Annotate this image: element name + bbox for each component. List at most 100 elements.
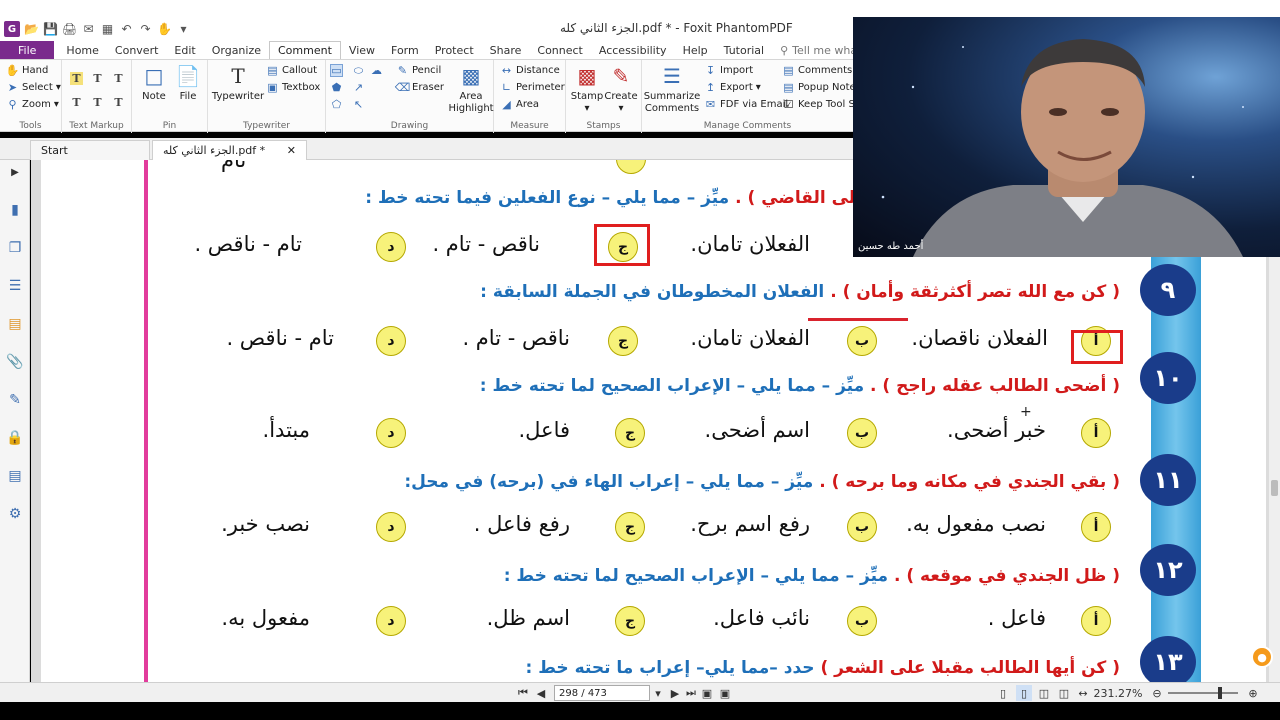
arrow-tool[interactable]: ↗ <box>352 81 365 94</box>
open-folder-icon[interactable]: 📂 <box>24 22 39 37</box>
oval-tool[interactable]: ⬭ <box>352 64 365 77</box>
pentagon-tool[interactable]: ⬠ <box>330 98 343 111</box>
print-icon[interactable]: 🖨 <box>62 22 77 37</box>
previous-view-icon[interactable]: ▣ <box>700 685 714 701</box>
eraser-button[interactable]: ⌫ Eraser <box>395 81 444 94</box>
summarize-comments-button[interactable]: ☰ Summarize Comments <box>644 63 701 115</box>
note-button[interactable]: □ Note <box>140 63 168 103</box>
continuous-facing-view-icon[interactable]: ◫ <box>1056 685 1072 701</box>
perimeter-button[interactable]: ∟ Perimeter <box>500 81 565 94</box>
tab-comment[interactable]: Comment <box>269 41 341 59</box>
snapshot-icon[interactable]: ▦ <box>100 22 115 37</box>
doc-tab-start[interactable]: Start <box>30 140 150 160</box>
pencil-button[interactable]: ✎ Pencil <box>396 64 441 77</box>
area-highlight-button[interactable]: ▩ Area Highlight <box>448 63 493 115</box>
page-margin-rule <box>144 160 148 682</box>
insert-text-button[interactable]: T <box>112 96 125 109</box>
fdf-email-button[interactable]: ✉ FDF via Email <box>704 98 788 111</box>
import-button[interactable]: ↧ Import <box>704 64 753 77</box>
cloud-tool[interactable]: ☁ <box>370 64 383 77</box>
keep-tool-selected-checkbox[interactable]: ☑ Keep Tool Se <box>782 98 861 111</box>
note-icon: □ <box>144 64 164 88</box>
zoom-tool-button[interactable]: ⚲ Zoom ▾ <box>6 98 58 111</box>
security-lock-icon[interactable]: 🔒 <box>5 428 25 448</box>
zoom-level[interactable]: 231.27% <box>1090 685 1146 701</box>
typewriter-button[interactable]: T Typewriter <box>212 63 264 103</box>
assistant-badge-icon[interactable]: ● <box>1251 646 1273 668</box>
fit-page-icon[interactable]: ↔ <box>1076 685 1090 701</box>
continuous-view-icon[interactable]: ▯ <box>1016 685 1032 701</box>
polygon-tool[interactable]: ⬟ <box>330 81 343 94</box>
select-tool-button[interactable]: ➤ Select ▾ <box>6 81 61 94</box>
tab-connect[interactable]: Connect <box>529 41 590 59</box>
tab-home[interactable]: Home <box>58 41 106 59</box>
rectangle-tool[interactable]: ▭ <box>330 64 343 77</box>
email-icon[interactable]: ✉ <box>81 22 96 37</box>
tab-convert[interactable]: Convert <box>107 41 167 59</box>
tools-icon[interactable]: ⚙ <box>5 504 25 524</box>
signature-icon[interactable]: ✎ <box>5 390 25 410</box>
facing-view-icon[interactable]: ◫ <box>1036 685 1052 701</box>
replace-text-button[interactable]: T <box>91 96 104 109</box>
undo-icon[interactable]: ↶ <box>119 22 134 37</box>
option-marker: ج <box>615 512 645 542</box>
close-tab-icon[interactable]: ✕ <box>287 144 296 157</box>
hand-tool-button[interactable]: ✋ Hand <box>6 64 49 77</box>
line-tool[interactable]: ↖ <box>352 98 365 111</box>
squiggly-button[interactable]: T <box>91 72 104 85</box>
textbox-button[interactable]: ▣ Textbox <box>266 81 320 94</box>
first-page-icon[interactable]: ⏮ <box>516 685 530 701</box>
ruler-icon: ↔ <box>501 64 512 77</box>
next-view-icon[interactable]: ▣ <box>718 685 732 701</box>
previous-page-icon[interactable]: ◀ <box>534 685 548 701</box>
save-icon[interactable]: 💾 <box>43 22 58 37</box>
tab-view[interactable]: View <box>341 41 383 59</box>
form-fields-icon[interactable]: ▤ <box>5 466 25 486</box>
page-number-input[interactable]: 298 / 473 <box>554 685 650 701</box>
expand-panel-icon[interactable]: ▶ <box>5 162 25 182</box>
tab-tutorial[interactable]: Tutorial <box>716 41 772 59</box>
pages-icon[interactable]: ❐ <box>5 238 25 258</box>
last-page-icon[interactable]: ⏭ <box>684 685 698 701</box>
file-attach-button[interactable]: 📄 File <box>174 63 202 103</box>
create-stamp-button[interactable]: ✎ Create ▾ <box>604 63 638 115</box>
tab-protect[interactable]: Protect <box>427 41 482 59</box>
popup-notes-button[interactable]: ▤ Popup Notes <box>782 81 861 94</box>
zoom-in-icon[interactable]: ⊕ <box>1246 685 1260 701</box>
attachment-icon[interactable]: 📎 <box>5 352 25 372</box>
zoom-slider[interactable] <box>1168 692 1238 694</box>
single-page-view-icon[interactable]: ▯ <box>996 685 1010 701</box>
bookmark-icon[interactable]: ▮ <box>5 200 25 220</box>
customize-dropdown-icon[interactable]: ▾ <box>176 22 191 37</box>
distance-button[interactable]: ↔ Distance <box>500 64 560 77</box>
comments-dropdown[interactable]: ▤Comments▾ <box>782 64 860 77</box>
export-button[interactable]: ↥ Export ▾ <box>704 81 761 94</box>
strikeout-icon: T <box>72 96 81 109</box>
layers-icon[interactable]: ☰ <box>5 276 25 296</box>
question-prompt: ( أضحى الطالب عقله راجح ) . ميِّز – مما … <box>479 376 1120 396</box>
scrollbar-thumb[interactable] <box>1271 480 1278 496</box>
doc-tab-current[interactable]: الجزء الثاني كله.pdf * ✕ <box>152 140 307 160</box>
tab-share[interactable]: Share <box>482 41 530 59</box>
area-button[interactable]: ◢ Area <box>500 98 539 111</box>
tab-accessibility[interactable]: Accessibility <box>591 41 675 59</box>
next-page-icon[interactable]: ▶ <box>668 685 682 701</box>
tab-organize[interactable]: Organize <box>204 41 269 59</box>
hand-tool-icon[interactable]: ✋ <box>157 22 172 37</box>
tab-form[interactable]: Form <box>383 41 427 59</box>
comments-panel-icon[interactable]: ▤ <box>5 314 25 334</box>
option-marker: ج <box>615 418 645 448</box>
page-dropdown-icon[interactable]: ▾ <box>652 685 664 701</box>
zoom-slider-thumb[interactable] <box>1218 687 1222 699</box>
callout-button[interactable]: ▤ Callout <box>266 64 317 77</box>
redo-icon[interactable]: ↷ <box>138 22 153 37</box>
underline-button[interactable]: T <box>112 72 125 85</box>
highlight-text-button[interactable]: T <box>70 72 83 85</box>
tab-edit[interactable]: Edit <box>166 41 203 59</box>
tab-file[interactable]: File <box>0 41 55 59</box>
stamp-button[interactable]: ▩ Stamp ▾ <box>570 63 604 115</box>
strikeout-button[interactable]: T <box>70 96 83 109</box>
zoom-out-icon[interactable]: ⊖ <box>1150 685 1164 701</box>
tab-help[interactable]: Help <box>675 41 716 59</box>
group-pin: □ Note 📄 File Pin <box>132 60 208 133</box>
